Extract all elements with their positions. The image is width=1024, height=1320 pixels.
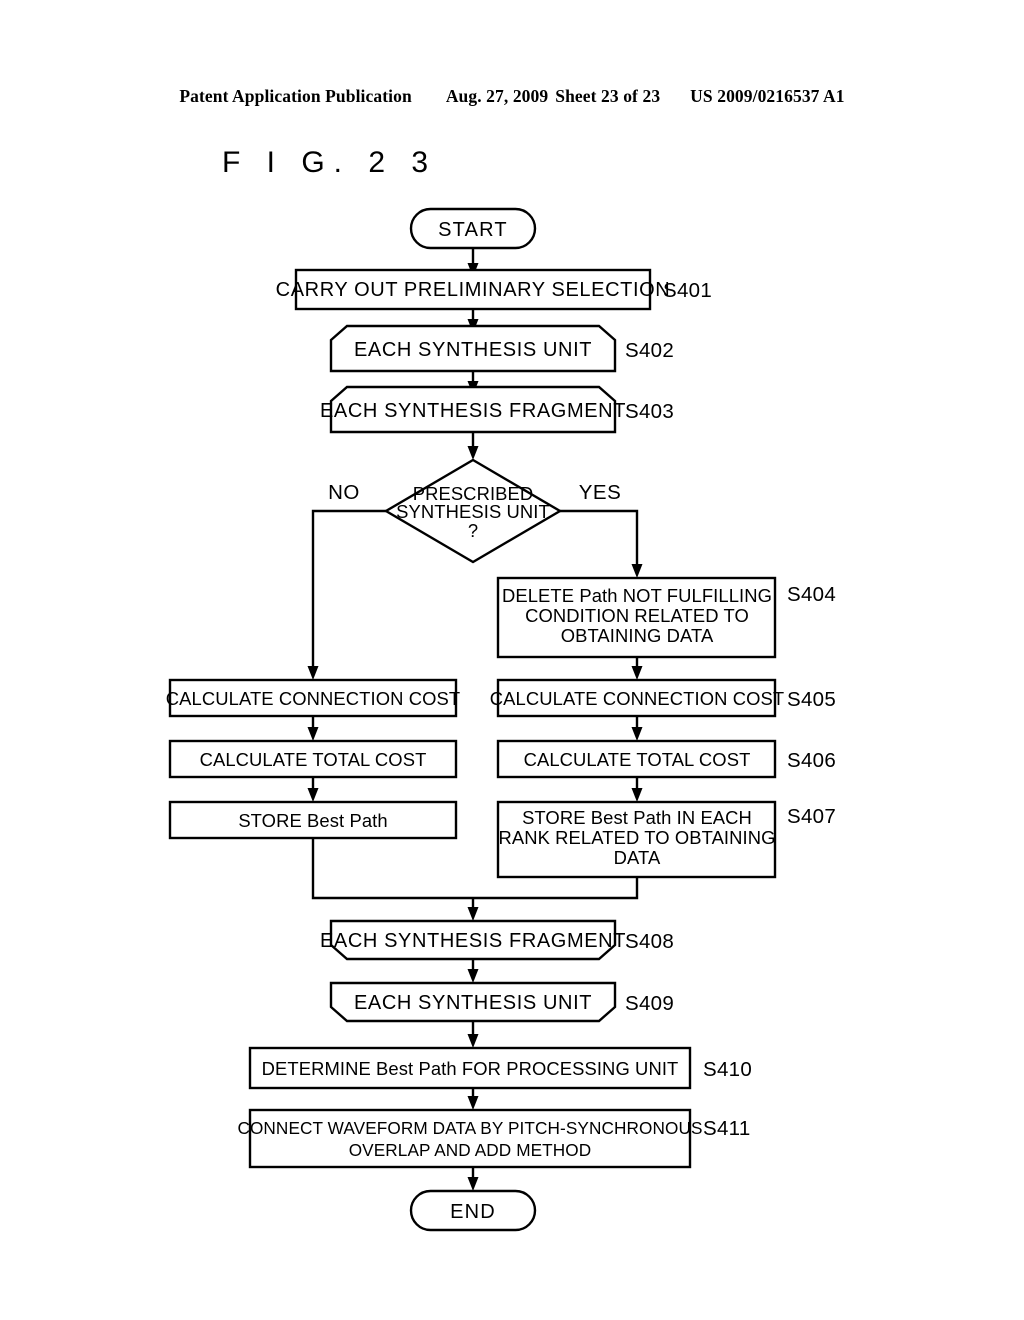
branch-label-yes: YES [579,481,622,504]
step-label-s410: S410 [703,1058,752,1081]
node-s402[interactable]: EACH SYNTHESIS UNIT [329,324,617,373]
s404-label-line1: DELETE Path NOT FULFILLING [502,585,772,606]
node-s411[interactable]: CONNECT WAVEFORM DATA BY PITCH-SYNCHRONO… [237,1108,702,1169]
start-label: START [438,219,508,241]
s404-label-line2: CONDITION RELATED TO [525,605,749,626]
arrowhead-s403-to-decision [467,446,479,460]
left-connection-cost-label: CALCULATE CONNECTION COST [166,688,460,709]
arrowhead-s410-to-s411 [467,1096,479,1110]
node-s408[interactable]: EACH SYNTHESIS FRAGMENT [320,919,626,961]
arrowhead-yes-branch [631,564,643,578]
node-decision-prescribed-synthesis-unit[interactable]: PRESCRIBED SYNTHESIS UNIT ? [383,458,563,564]
connector-left-merge [311,838,473,900]
node-s405[interactable]: CALCULATE CONNECTION COST [490,678,784,718]
left-total-cost-label: CALCULATE TOTAL COST [200,749,427,770]
s403-label: EACH SYNTHESIS FRAGMENT [320,400,626,422]
s408-label: EACH SYNTHESIS FRAGMENT [320,930,626,952]
arrowhead-s405-to-s406 [631,727,643,741]
connector-right-merge [473,877,639,900]
node-end[interactable]: END [409,1189,537,1232]
arrowhead-merge-to-s408 [467,907,479,921]
step-label-s403: S403 [625,400,674,423]
node-start[interactable]: START [409,207,537,250]
step-label-s402: S402 [625,339,674,362]
arrowhead-left-conn-to-total [307,727,319,741]
step-label-s406: S406 [787,749,836,772]
step-label-s411: S411 [703,1117,751,1140]
arrowhead-s408-to-s409 [467,969,479,983]
s407-label-line2: RANK RELATED TO OBTAINING [498,827,775,848]
node-s407[interactable]: STORE Best Path IN EACH RANK RELATED TO … [496,800,777,879]
step-label-s407: S407 [787,805,836,828]
step-label-s401: S401 [663,279,712,302]
node-s403[interactable]: EACH SYNTHESIS FRAGMENT [320,385,626,434]
s409-label: EACH SYNTHESIS UNIT [354,992,592,1014]
node-s409[interactable]: EACH SYNTHESIS UNIT [329,981,617,1023]
end-label: END [450,1201,496,1223]
s406-label: CALCULATE TOTAL COST [524,749,751,770]
node-left-store-best-path[interactable]: STORE Best Path [168,800,458,840]
s405-label: CALCULATE CONNECTION COST [490,688,784,709]
decision-label-line3: ? [468,520,478,541]
decision-label-line2: SYNTHESIS UNIT [396,501,550,522]
arrowhead-no-branch [307,666,319,680]
s401-label: CARRY OUT PRELIMINARY SELECTION [276,279,671,301]
node-s404[interactable]: DELETE Path NOT FULFILLING CONDITION REL… [496,576,777,659]
arrowhead-left-total-to-store [307,788,319,802]
step-label-s405: S405 [787,688,836,711]
flowchart: START CARRY OUT PRELIMINARY SELECTION S4… [166,207,836,1232]
s407-label-line3: DATA [614,847,661,868]
arrowhead-s411-to-end [467,1177,479,1191]
arrowhead-s409-to-s410 [467,1034,479,1048]
arrowhead-s406-to-s407 [631,788,643,802]
node-s401[interactable]: CARRY OUT PRELIMINARY SELECTION [276,268,671,311]
s402-label: EACH SYNTHESIS UNIT [354,339,592,361]
step-label-s408: S408 [625,930,674,953]
patent-sheet: Patent Application Publication Aug. 27, 2… [0,0,1024,1320]
node-left-calculate-connection-cost[interactable]: CALCULATE CONNECTION COST [166,678,460,718]
s411-label-line2: OVERLAP AND ADD METHOD [349,1140,592,1160]
s407-label-line1: STORE Best Path IN EACH [522,807,752,828]
step-label-s409: S409 [625,992,674,1015]
connector-no-branch [311,509,386,672]
node-left-calculate-total-cost[interactable]: CALCULATE TOTAL COST [168,739,458,779]
s411-label-line1: CONNECT WAVEFORM DATA BY PITCH-SYNCHRONO… [237,1118,702,1138]
branch-label-no: NO [328,481,360,504]
s410-label: DETERMINE Best Path FOR PROCESSING UNIT [262,1058,679,1079]
node-s410[interactable]: DETERMINE Best Path FOR PROCESSING UNIT [248,1046,692,1090]
connector-yes-branch [560,509,639,570]
arrowhead-s404-to-s405 [631,666,643,680]
s404-label-line3: OBTAINING DATA [561,625,714,646]
left-store-best-path-label: STORE Best Path [238,810,387,831]
step-label-s404: S404 [787,583,836,606]
node-s406[interactable]: CALCULATE TOTAL COST [496,739,777,779]
